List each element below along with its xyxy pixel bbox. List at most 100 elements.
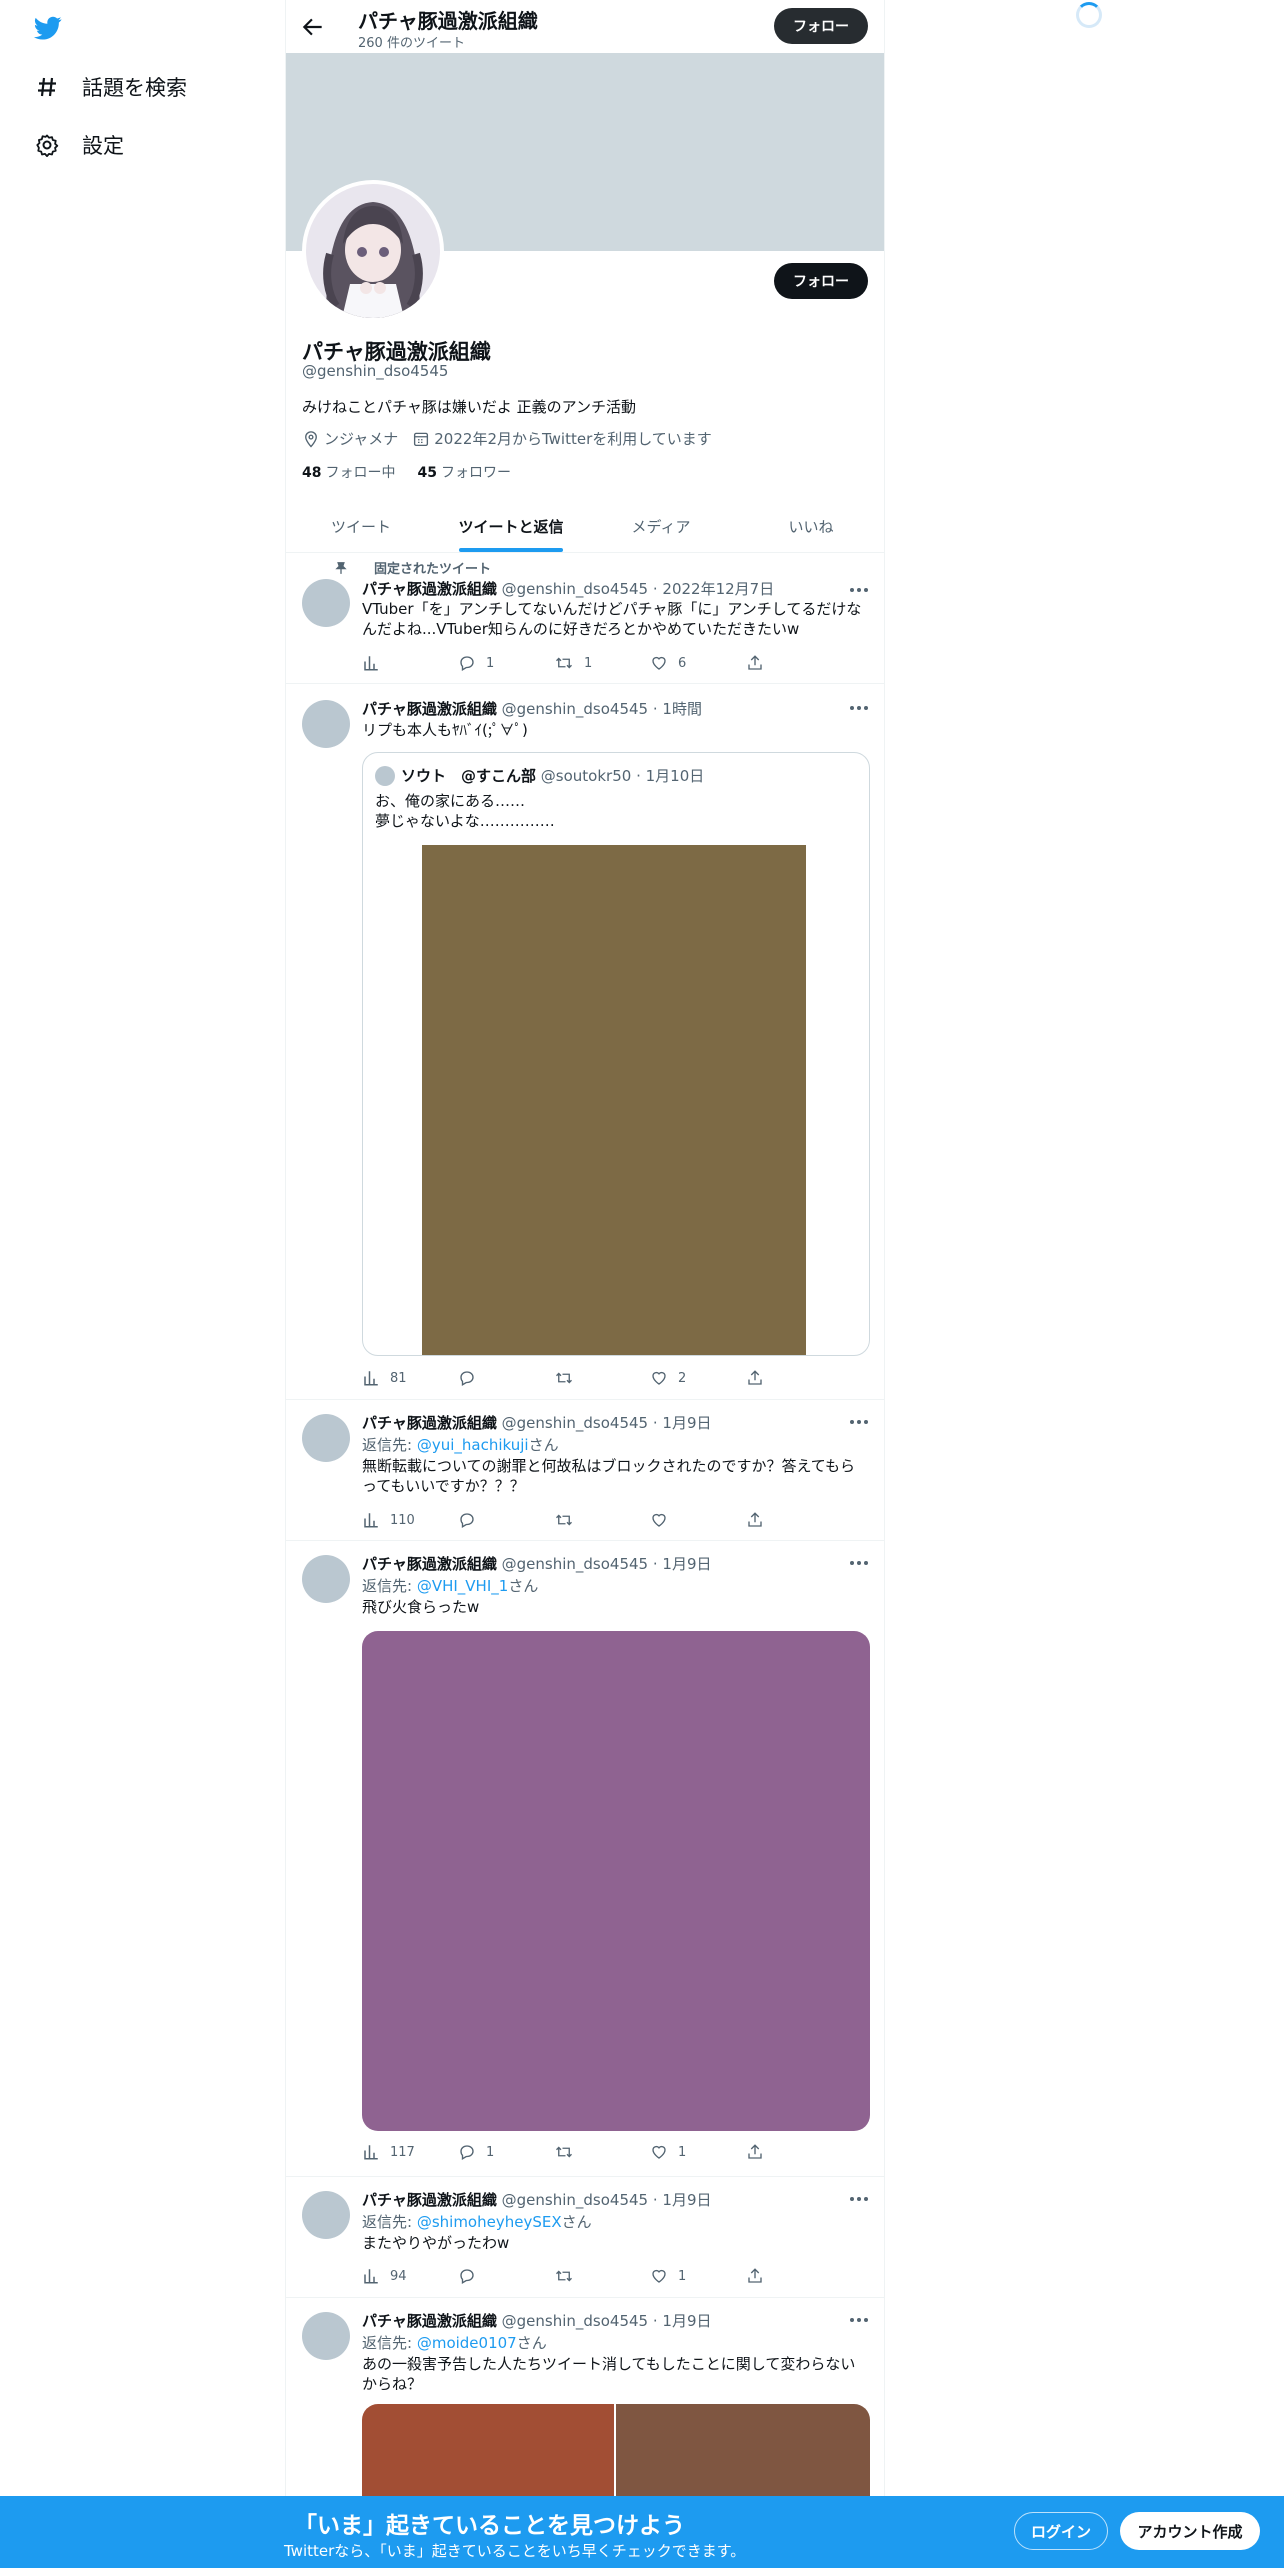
retweet-icon: [556, 1372, 572, 1384]
tweet-media-image[interactable]: [362, 1631, 870, 2131]
nav-settings[interactable]: 設定: [34, 125, 124, 165]
more-icon[interactable]: [848, 2310, 870, 2330]
tweet-actions: 94 1: [362, 2266, 792, 2286]
signup-button[interactable]: アカウント作成: [1120, 2512, 1260, 2550]
tweet[interactable]: パチャ豚過激派組織 @genshin_dso4545 · 1月9日 返信先: @…: [286, 1541, 884, 2177]
gear-icon: [34, 132, 60, 158]
nav-settings-label: 設定: [82, 134, 124, 158]
share-button[interactable]: [746, 654, 774, 672]
tweet-text: 無断転載についての謝罪と何故私はブロックされたのですか？答えてもら ってもいいで…: [362, 1457, 856, 1495]
tweet-header: パチャ豚過激派組織 @genshin_dso4545 · 2022年12月7日: [362, 580, 775, 598]
share-icon: [748, 2144, 762, 2159]
followers-link[interactable]: 45 フォロワー: [417, 462, 510, 482]
retweet-icon: [556, 2146, 572, 2158]
tweet-avatar[interactable]: [302, 579, 350, 627]
retweet-icon: [556, 1514, 572, 1526]
profile-joined-text: 2022年2月からTwitterを利用しています: [434, 430, 712, 448]
tweet-text: リプも本人もﾔﾊﾞｲ(;ﾟ∀ﾟ): [362, 721, 528, 739]
more-icon[interactable]: [848, 2189, 870, 2209]
views-button[interactable]: 94: [362, 2267, 458, 2285]
reply-to-line: 返信先: @VHI_VHI_1さん: [362, 1577, 539, 1595]
share-button[interactable]: [746, 1511, 774, 1529]
tweet[interactable]: パチャ豚過激派組織 @genshin_dso4545 · 2022年12月7日 …: [286, 553, 884, 684]
share-icon: [748, 2268, 762, 2283]
retweet-button[interactable]: 1: [554, 654, 650, 672]
login-button[interactable]: ログイン: [1014, 2512, 1108, 2550]
reply-to-link[interactable]: @yui_hachikuji: [417, 1436, 529, 1454]
like-button[interactable]: 1: [650, 2267, 746, 2285]
more-icon[interactable]: [848, 1553, 870, 1573]
location-icon: [305, 430, 317, 447]
retweet-button[interactable]: [554, 1511, 650, 1529]
retweet-icon: [556, 2270, 572, 2282]
like-button[interactable]: 2: [650, 1369, 746, 1387]
header-follow-button[interactable]: フォロー: [774, 8, 868, 44]
tweet-avatar[interactable]: [302, 1414, 350, 1462]
reply-to-link[interactable]: @VHI_VHI_1: [417, 1577, 508, 1595]
profile-meta: ンジャメナ 2022年2月からTwitterを利用しています: [302, 428, 726, 449]
views-icon: [364, 2145, 378, 2160]
retweet-button[interactable]: [554, 2267, 650, 2285]
reply-button[interactable]: [458, 1511, 554, 1529]
quote-avatar: [375, 765, 395, 786]
reply-button[interactable]: [458, 1369, 554, 1387]
tweet[interactable]: パチャ豚過激派組織 @genshin_dso4545 · 1月9日 返信先: @…: [286, 2177, 884, 2298]
reply-to-link[interactable]: @shimoheyheySEX: [417, 2213, 562, 2231]
tweet-avatar[interactable]: [302, 2312, 350, 2360]
like-button[interactable]: [650, 1511, 746, 1529]
tweet[interactable]: パチャ豚過激派組織 @genshin_dso4545 · 1月9日 返信先: @…: [286, 1400, 884, 1541]
tweet-avatar[interactable]: [302, 1555, 350, 1603]
more-icon[interactable]: [848, 698, 870, 718]
retweet-button[interactable]: [554, 2143, 650, 2161]
page-root: 話題を検索 設定 パチャ豚過激派組織 260 件のツイート フォロー フォロー …: [0, 0, 1284, 2568]
profile-location-text: ンジャメナ: [324, 430, 399, 448]
retweet-button[interactable]: [554, 1369, 650, 1387]
like-button[interactable]: 1: [650, 2143, 746, 2161]
tweet-text: あの一殺害予告した人たちツイート消してもしたことに関して変わらない からね？: [362, 2355, 856, 2393]
quote-text: お、俺の家にある…… 夢じゃないよな……………: [375, 792, 555, 830]
like-icon: [652, 656, 666, 670]
signup-bottom-bar: 「いま」起きていることを見つけよう Twitterなら、「いま」起きていることを…: [0, 2496, 1284, 2568]
profile-joined: 2022年2月からTwitterを利用しています: [412, 428, 712, 449]
like-button[interactable]: 6: [650, 654, 746, 672]
views-button[interactable]: 117: [362, 2143, 458, 2161]
back-arrow-icon[interactable]: [300, 14, 326, 40]
profile-location: ンジャメナ: [302, 428, 398, 449]
tab-media[interactable]: メディア: [586, 500, 736, 552]
nav-explore[interactable]: 話題を検索: [34, 67, 187, 107]
tab-tweets[interactable]: ツイート: [286, 500, 436, 552]
following-link[interactable]: 48 フォロー中: [302, 462, 395, 482]
quote-tweet[interactable]: ソウト @すこん部 @soutokr50 · 1月10日 お、俺の家にある…… …: [362, 752, 870, 1356]
tab-tweets-and-replies[interactable]: ツイートと返信: [436, 500, 586, 552]
reply-icon: [460, 2269, 474, 2284]
more-icon[interactable]: [848, 1412, 870, 1432]
views-button[interactable]: 81: [362, 1369, 458, 1387]
tweet-text: またやりやがったわw: [362, 2234, 510, 2252]
reply-icon: [460, 1371, 474, 1386]
tweet-avatar[interactable]: [302, 700, 350, 748]
reply-button[interactable]: 1: [458, 2143, 554, 2161]
reply-button[interactable]: [458, 2267, 554, 2285]
calendar-icon: [414, 432, 429, 446]
share-button[interactable]: [746, 2143, 774, 2161]
profile-avatar[interactable]: [302, 180, 444, 322]
profile-follow-button[interactable]: フォロー: [774, 263, 868, 299]
share-icon: [748, 1512, 762, 1527]
more-icon[interactable]: [848, 580, 870, 600]
reply-button[interactable]: 1: [458, 654, 554, 672]
profile-header-bar: パチャ豚過激派組織 260 件のツイート フォロー: [286, 0, 884, 53]
views-button[interactable]: [362, 654, 458, 672]
quote-media-image[interactable]: [422, 845, 806, 1355]
share-button[interactable]: [746, 1369, 774, 1387]
tweet-avatar[interactable]: [302, 2191, 350, 2239]
tweet[interactable]: パチャ豚過激派組織 @genshin_dso4545 · 1時間 リプも本人もﾔ…: [286, 684, 884, 1400]
tab-likes[interactable]: いいね: [736, 500, 884, 552]
loading-spinner: [1076, 2, 1102, 28]
twitter-bird-icon[interactable]: [32, 14, 64, 42]
views-button[interactable]: 110: [362, 1511, 458, 1529]
share-button[interactable]: [746, 2267, 774, 2285]
bottom-title: 「いま」起きていることを見つけよう: [294, 2513, 685, 2539]
hashtag-icon: [34, 74, 60, 100]
like-icon: [652, 1513, 666, 1527]
reply-to-link[interactable]: @moide0107: [417, 2334, 517, 2352]
